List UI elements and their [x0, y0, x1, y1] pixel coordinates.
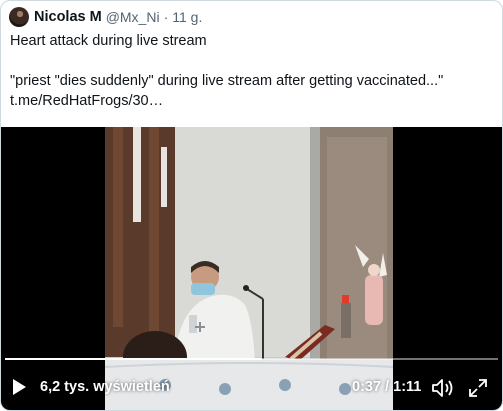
fullscreen-icon[interactable] [468, 378, 488, 398]
tweet-card[interactable]: Nicolas M @Mx_Ni · 11 g. Heart attack du… [0, 0, 503, 411]
tweet-header: Nicolas M @Mx_Ni · 11 g. [9, 7, 202, 27]
progress-fill [5, 358, 262, 360]
current-time: 0:37 [352, 379, 382, 395]
separator-dot: · [163, 9, 169, 25]
tweet-timestamp[interactable]: 11 g. [172, 9, 202, 25]
avatar[interactable] [9, 7, 29, 27]
tweet-text-line1: Heart attack during live stream [10, 33, 207, 49]
progress-bar[interactable] [5, 358, 498, 360]
author-name[interactable]: Nicolas M [34, 9, 102, 25]
video-frame-image [105, 127, 393, 410]
author-handle[interactable]: @Mx_Ni [106, 9, 160, 25]
video-player[interactable]: 6,2 tys. wyświetleń 0:37 / 1:11 [1, 127, 502, 410]
volume-icon[interactable] [431, 378, 455, 398]
view-count: 6,2 tys. wyświetleń [40, 379, 170, 395]
tweet-link[interactable]: t.me/RedHatFrogs/30… [10, 93, 163, 109]
time-separator: / [381, 379, 394, 395]
video-frame[interactable] [105, 127, 393, 410]
play-icon[interactable] [12, 378, 27, 396]
time-display: 0:37 / 1:11 [352, 379, 421, 395]
duration: 1:11 [393, 379, 422, 395]
tweet-text-line2: "priest "dies suddenly" during live stre… [10, 73, 444, 89]
